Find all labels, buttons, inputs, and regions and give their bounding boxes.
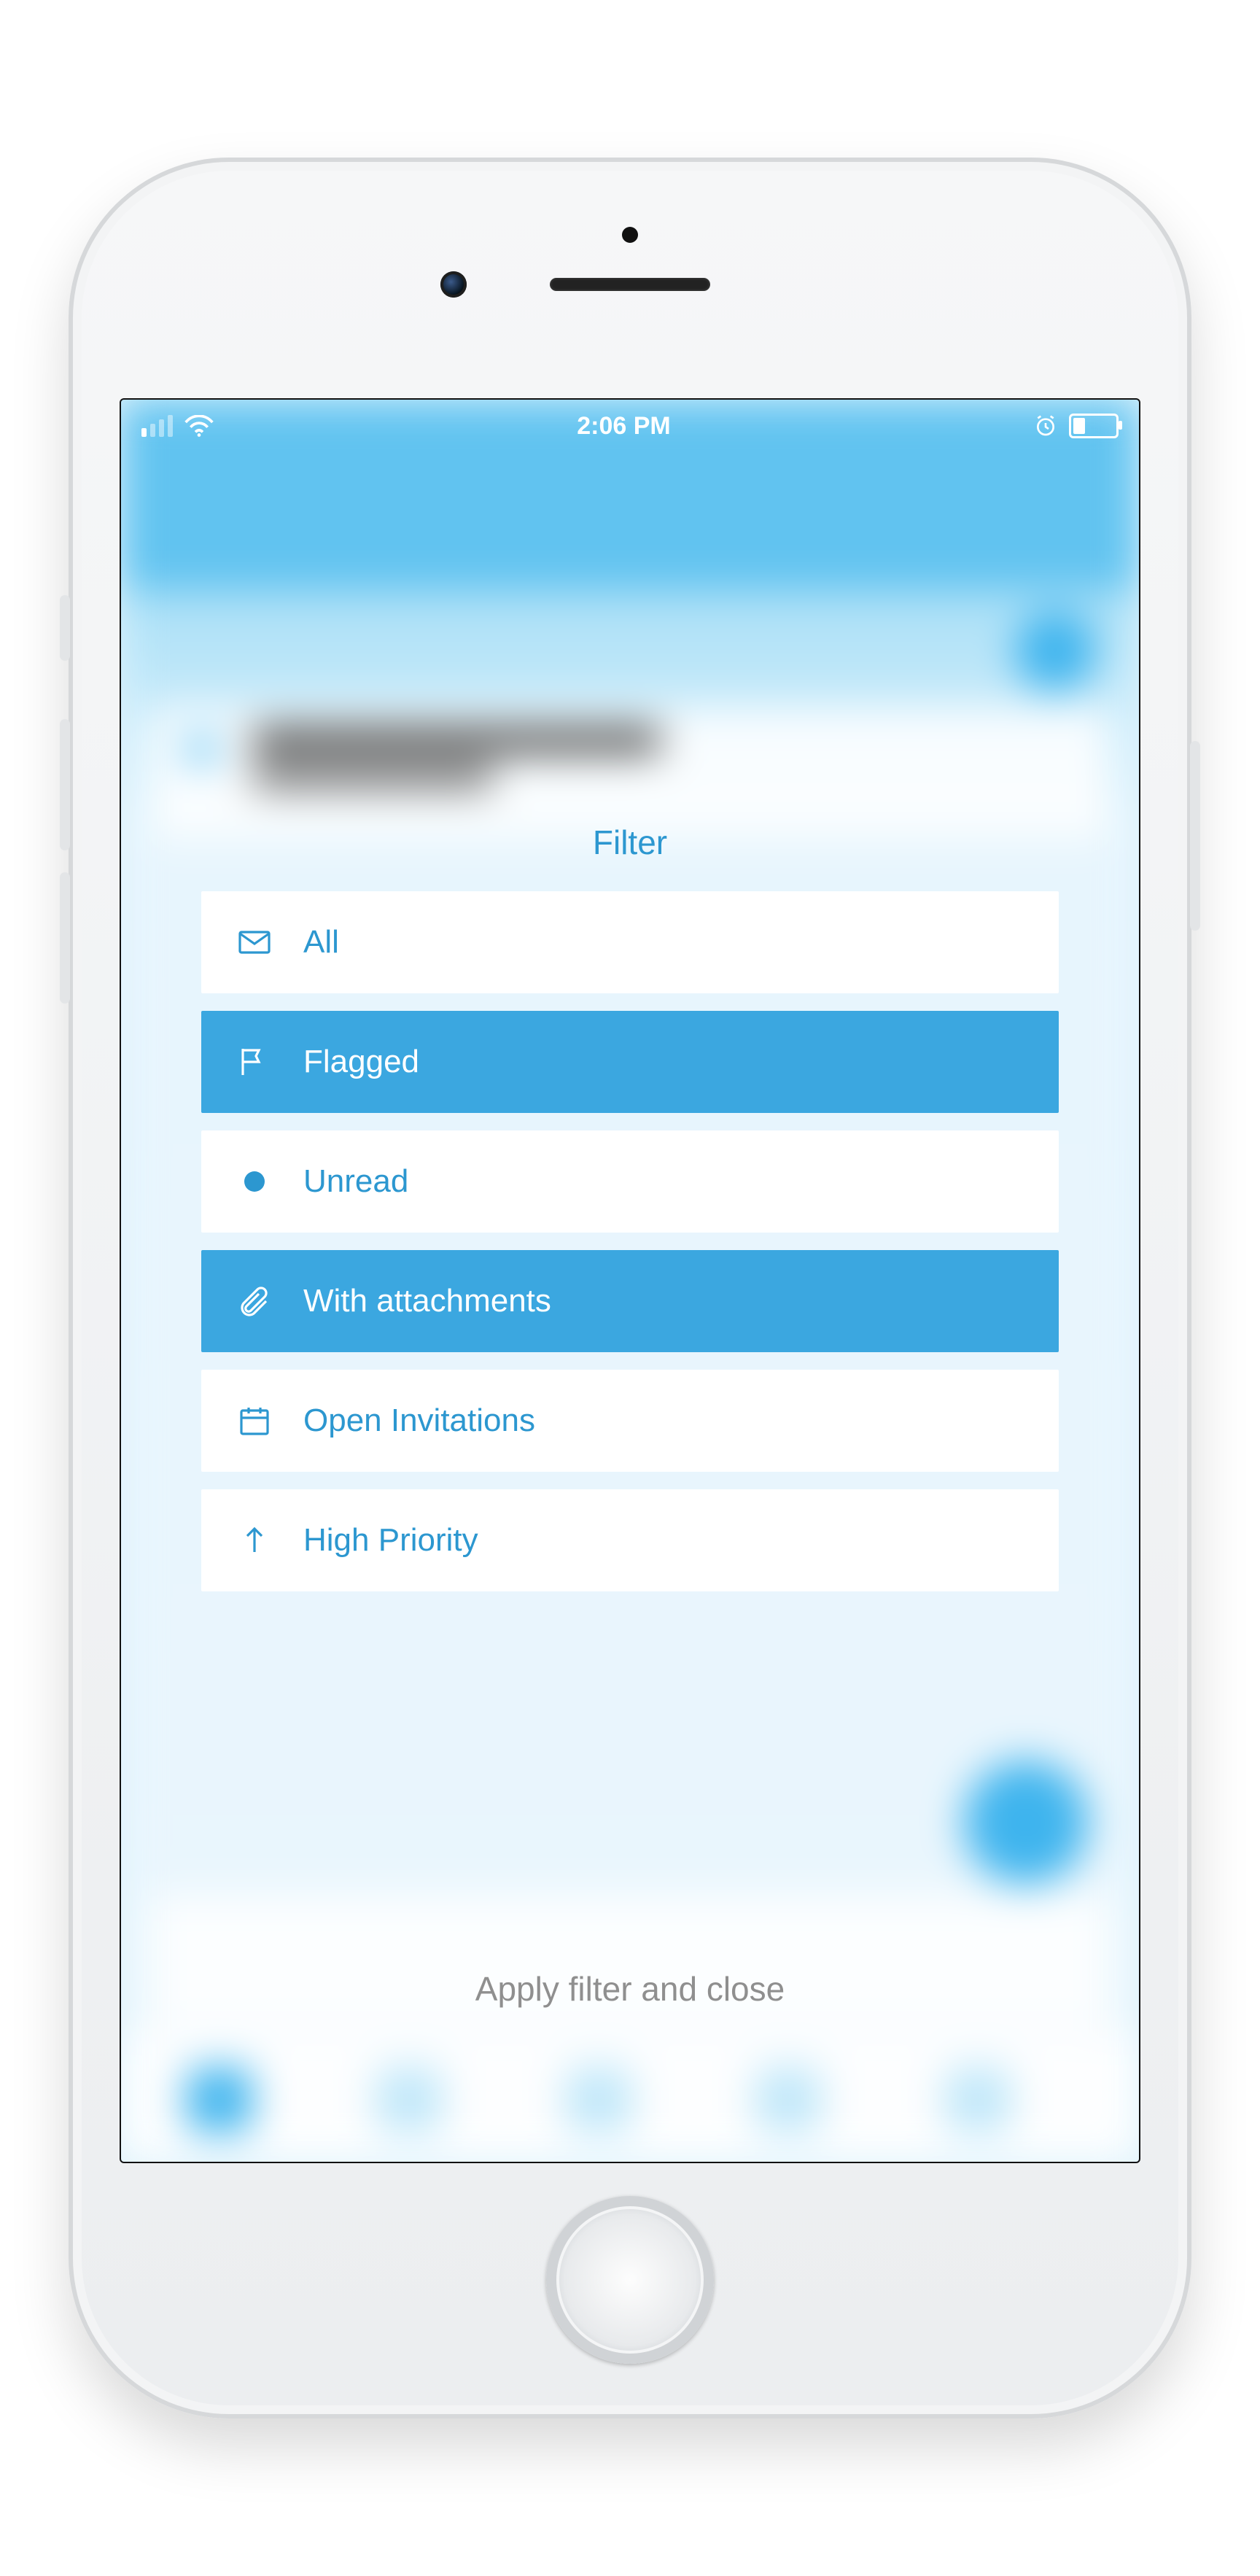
envelope-icon — [235, 923, 274, 962]
filter-option-high-priority[interactable]: High Priority — [201, 1489, 1059, 1591]
filter-option-label: High Priority — [303, 1522, 478, 1559]
arrow-up-icon — [235, 1521, 274, 1560]
filter-option-flagged[interactable]: Flagged — [201, 1011, 1059, 1113]
proximity-sensor — [622, 227, 638, 243]
home-button[interactable] — [546, 2196, 714, 2364]
side-button-volume-up — [60, 719, 70, 850]
alarm-icon — [1034, 414, 1057, 438]
filter-option-invitations[interactable]: Open Invitations — [201, 1370, 1059, 1472]
filter-option-label: With attachments — [303, 1283, 551, 1319]
calendar-icon — [235, 1401, 274, 1440]
front-camera — [440, 271, 467, 298]
flag-icon — [235, 1042, 274, 1082]
status-bar: 2:06 PM — [121, 400, 1139, 452]
filter-option-label: Flagged — [303, 1044, 419, 1080]
phone-device-frame: 2:06 PM Filter — [69, 158, 1191, 2418]
battery-icon — [1069, 414, 1119, 438]
filter-option-all[interactable]: All — [201, 891, 1059, 993]
side-button-volume-down — [60, 872, 70, 1004]
status-time: 2:06 PM — [577, 412, 671, 441]
apply-filter-button[interactable]: Apply filter and close — [121, 1969, 1139, 2009]
cell-signal-icon — [141, 415, 173, 437]
stage: 2:06 PM Filter — [0, 0, 1260, 2576]
earpiece-speaker — [550, 278, 710, 291]
filter-sheet: Filter All — [201, 823, 1059, 1609]
filter-option-label: Open Invitations — [303, 1403, 535, 1439]
side-button-silent — [60, 595, 70, 661]
paperclip-icon — [235, 1281, 274, 1321]
filter-option-label: All — [303, 924, 339, 961]
side-button-power — [1190, 741, 1200, 931]
wifi-icon — [184, 415, 214, 437]
filter-option-label: Unread — [303, 1163, 408, 1200]
filter-option-unread[interactable]: Unread — [201, 1130, 1059, 1233]
screen: 2:06 PM Filter — [120, 398, 1140, 2163]
unread-dot-icon — [235, 1162, 274, 1201]
filter-option-attachments[interactable]: With attachments — [201, 1250, 1059, 1352]
sheet-title: Filter — [201, 823, 1059, 862]
